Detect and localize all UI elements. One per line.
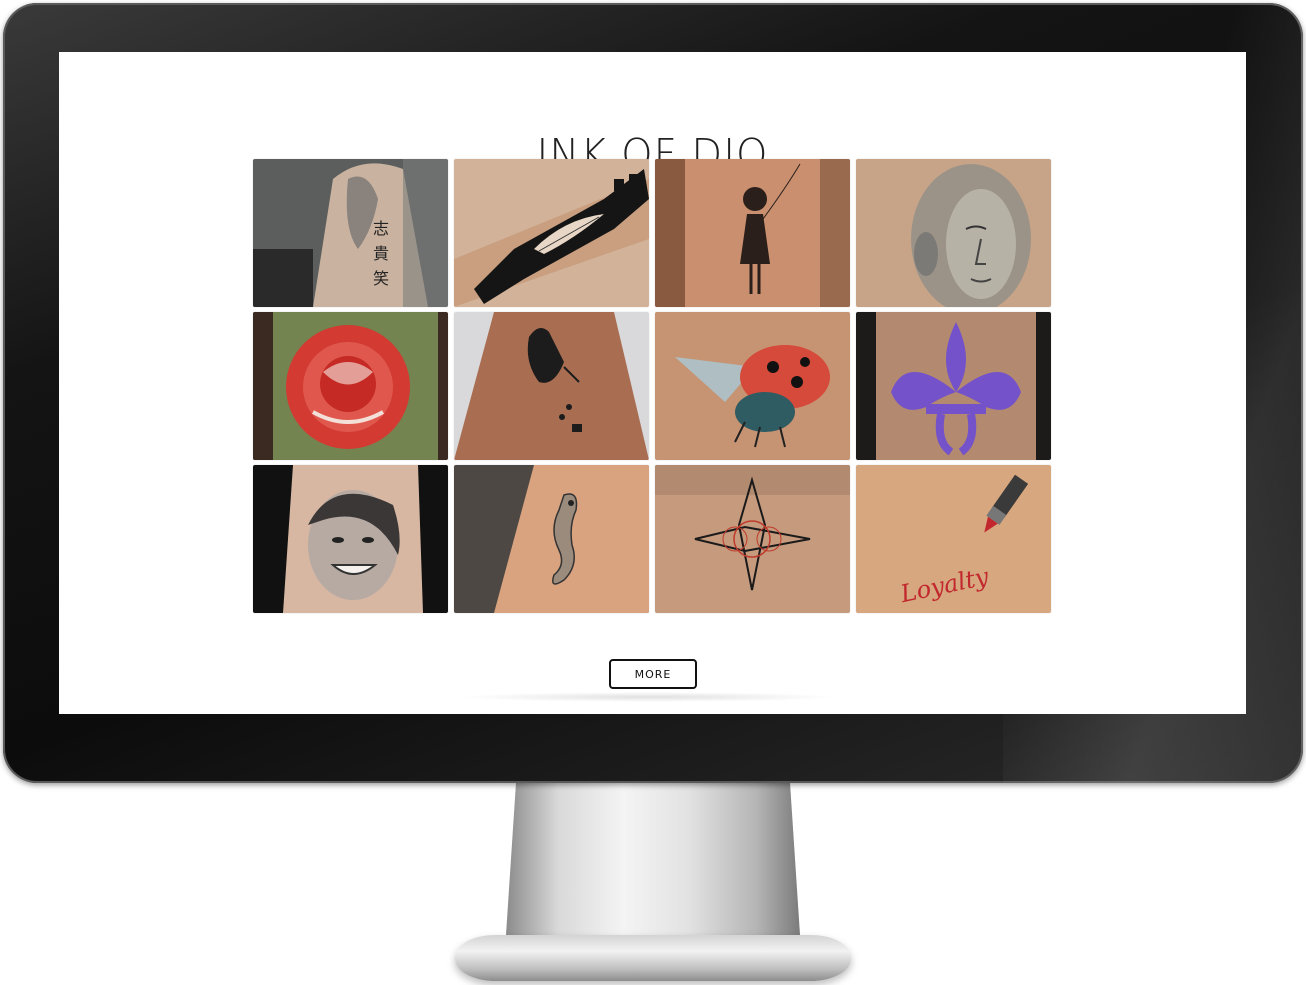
gallery-tile[interactable]: [856, 159, 1051, 307]
gallery-tile[interactable]: [454, 312, 649, 460]
gallery-tile[interactable]: [253, 465, 448, 613]
gallery-tile[interactable]: Loyalty: [856, 465, 1051, 613]
monitor-stand-neck: [505, 770, 801, 950]
girl-balloon-tattoo-icon: [655, 159, 850, 307]
geometric-star-tattoo-icon: [655, 465, 850, 613]
statue-face-tattoo-icon: [856, 159, 1051, 307]
svg-text:志: 志: [373, 219, 389, 238]
tribal-feather-tattoo-icon: [454, 159, 649, 307]
lipstick-loyalty-tattoo-icon: Loyalty: [856, 465, 1051, 613]
bird-silhouette-tattoo-icon: [454, 312, 649, 460]
more-button[interactable]: MORE: [609, 659, 697, 689]
gallery-tile[interactable]: 志 貴 笑: [253, 159, 448, 307]
button-shadow: [459, 692, 839, 702]
red-rose-tattoo-icon: [253, 312, 448, 460]
gallery-tile[interactable]: [856, 312, 1051, 460]
kanji-arm-tattoo-icon: 志 貴 笑: [253, 159, 448, 307]
gallery-tile[interactable]: [454, 159, 649, 307]
fleur-de-lis-tattoo-icon: [856, 312, 1051, 460]
monitor-stand-base: [455, 935, 851, 981]
tattoo-gallery: 志 貴 笑 Loyalty: [253, 159, 1051, 613]
gallery-tile[interactable]: [655, 312, 850, 460]
svg-text:貴: 貴: [373, 244, 389, 263]
gallery-tile[interactable]: [655, 159, 850, 307]
svg-text:笑: 笑: [373, 269, 389, 288]
portrait-tattoo-icon: [253, 465, 448, 613]
gallery-tile[interactable]: [253, 312, 448, 460]
gallery-tile[interactable]: [655, 465, 850, 613]
ladybug-tattoo-icon: [655, 312, 850, 460]
seahorse-tattoo-icon: [454, 465, 649, 613]
monitor-screen: INK OF DJO 志 貴 笑 Loyalty MORE: [59, 52, 1246, 714]
gallery-tile[interactable]: [454, 465, 649, 613]
